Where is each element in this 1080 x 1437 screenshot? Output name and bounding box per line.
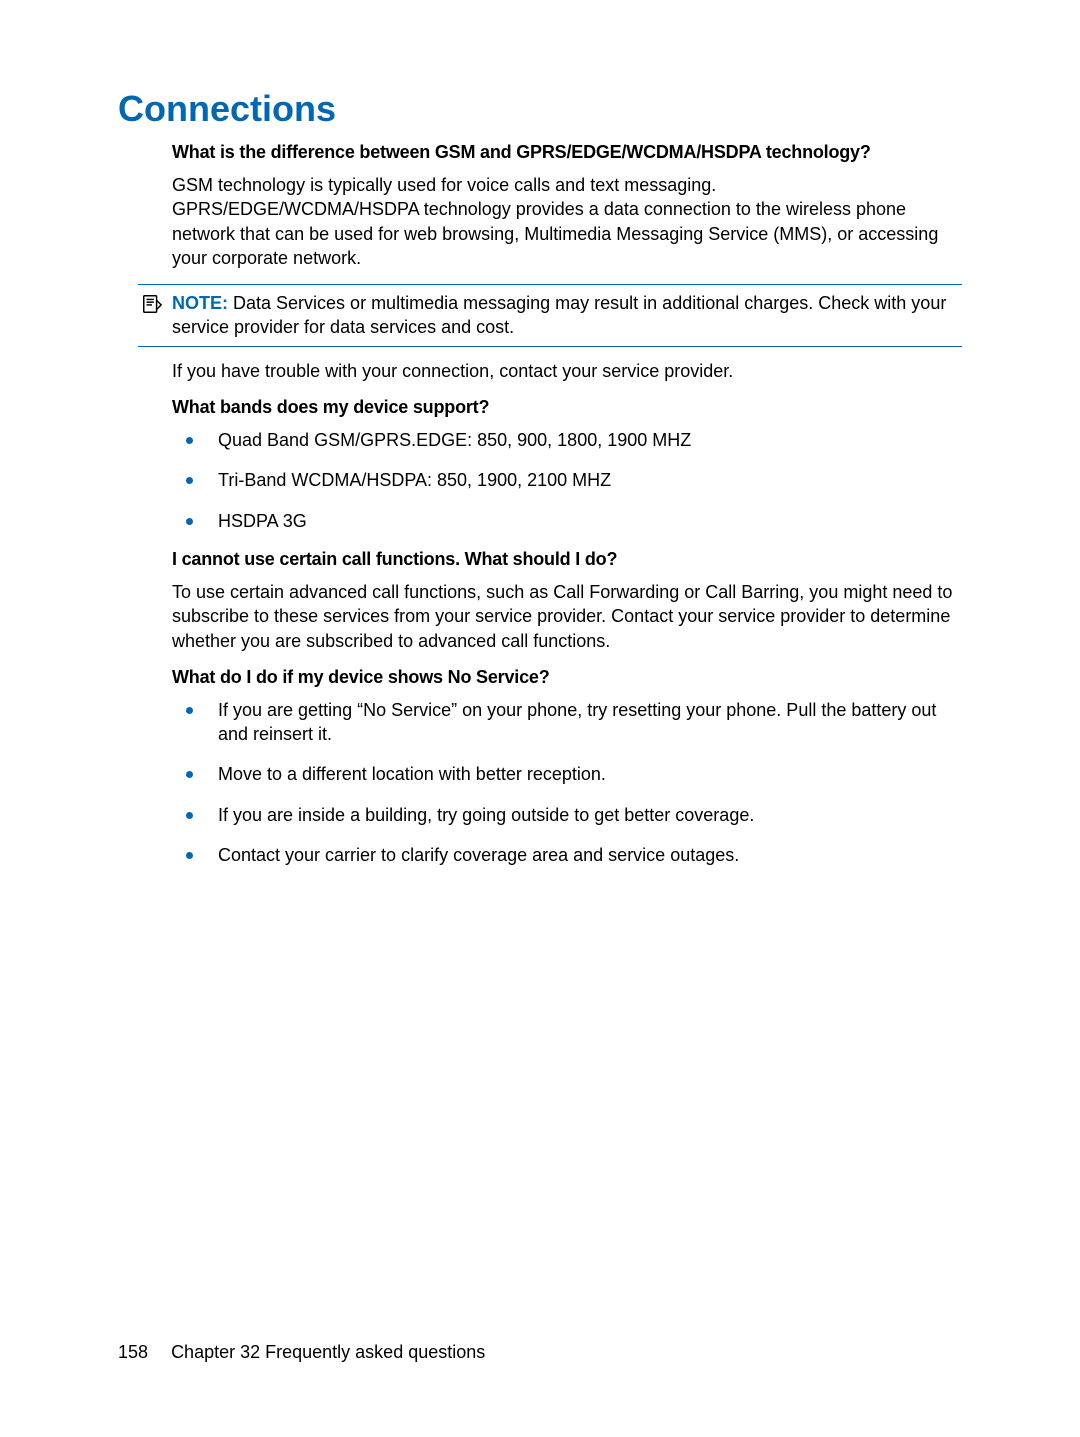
note-text: NOTE: Data Services or multimedia messag… xyxy=(166,291,962,340)
list-item-text: HSDPA 3G xyxy=(218,511,307,531)
list-item-text: Contact your carrier to clarify coverage… xyxy=(218,845,739,865)
note-rule-bottom xyxy=(138,346,962,347)
list-item: Tri-Band WCDMA/HSDPA: 850, 1900, 2100 MH… xyxy=(172,468,962,492)
bullet-icon xyxy=(186,518,193,525)
bullet-icon xyxy=(186,477,193,484)
note-rule-top xyxy=(138,284,962,285)
chapter-label: Chapter 32 Frequently asked questions xyxy=(171,1342,485,1362)
bullet-icon xyxy=(186,771,193,778)
list-item-text: Quad Band GSM/GPRS.EDGE: 850, 900, 1800,… xyxy=(218,430,691,450)
question-2-title: What bands does my device support? xyxy=(172,397,962,418)
question-4-title: What do I do if my device shows No Servi… xyxy=(172,667,962,688)
page-footer: 158 Chapter 32 Frequently asked question… xyxy=(118,1342,485,1363)
question-1-title: What is the difference between GSM and G… xyxy=(172,142,962,163)
question-4-list: If you are getting “No Service” on your … xyxy=(172,698,962,867)
bullet-icon xyxy=(186,812,193,819)
section-heading: Connections xyxy=(118,88,962,130)
document-page: Connections What is the difference betwe… xyxy=(0,0,1080,1437)
page-number: 158 xyxy=(118,1342,148,1362)
question-3-body: To use certain advanced call functions, … xyxy=(172,580,962,653)
question-1-body: GSM technology is typically used for voi… xyxy=(172,173,962,270)
list-item-text: Tri-Band WCDMA/HSDPA: 850, 1900, 2100 MH… xyxy=(218,470,611,490)
after-note-paragraph: If you have trouble with your connection… xyxy=(172,359,962,383)
list-item-text: If you are inside a building, try going … xyxy=(218,805,754,825)
list-item: If you are getting “No Service” on your … xyxy=(172,698,962,747)
list-item: Contact your carrier to clarify coverage… xyxy=(172,843,962,867)
content-block: What is the difference between GSM and G… xyxy=(118,142,962,867)
question-3-title: I cannot use certain call functions. Wha… xyxy=(172,549,962,570)
note-content: NOTE: Data Services or multimedia messag… xyxy=(138,289,962,342)
note-label: NOTE: xyxy=(172,293,228,313)
list-item: If you are inside a building, try going … xyxy=(172,803,962,827)
list-item: Quad Band GSM/GPRS.EDGE: 850, 900, 1800,… xyxy=(172,428,962,452)
note-icon xyxy=(138,291,166,315)
list-item: Move to a different location with better… xyxy=(172,762,962,786)
bullet-icon xyxy=(186,852,193,859)
list-item-text: If you are getting “No Service” on your … xyxy=(218,700,936,744)
list-item: HSDPA 3G xyxy=(172,509,962,533)
note-block: NOTE: Data Services or multimedia messag… xyxy=(138,284,962,347)
bullet-icon xyxy=(186,437,193,444)
list-item-text: Move to a different location with better… xyxy=(218,764,606,784)
bullet-icon xyxy=(186,707,193,714)
note-body: Data Services or multimedia messaging ma… xyxy=(172,293,946,337)
question-2-list: Quad Band GSM/GPRS.EDGE: 850, 900, 1800,… xyxy=(172,428,962,533)
